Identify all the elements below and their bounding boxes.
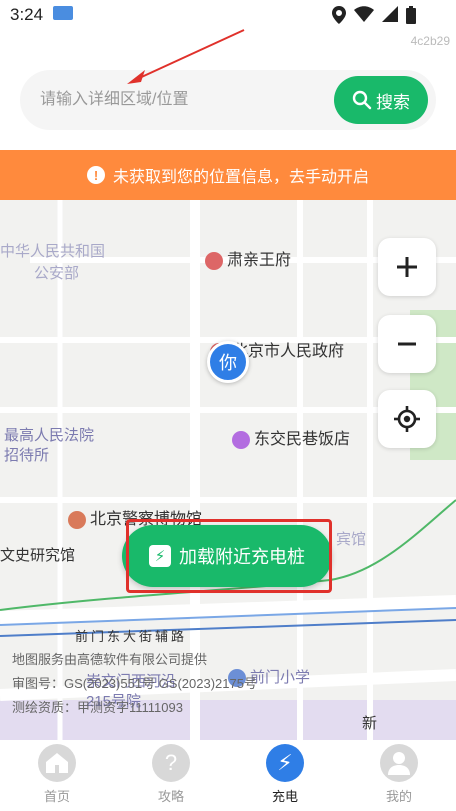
poi-icon: [205, 251, 223, 270]
map-label: 东交民巷饭店: [232, 425, 350, 449]
map-label: 最高人民法院: [4, 427, 95, 444]
map-label-text: 东交民巷饭店: [254, 431, 351, 448]
search-button[interactable]: 搜索: [334, 76, 428, 124]
search-input[interactable]: [40, 70, 340, 130]
crosshair-icon: [394, 406, 420, 432]
status-bar: 3:24: [0, 0, 456, 32]
locate-button[interactable]: [378, 390, 436, 448]
map-label: 宾馆: [336, 531, 367, 548]
search-bar: 搜索: [20, 70, 436, 130]
bolt-icon: ⚡: [149, 545, 171, 567]
attribution-line: 测绘资质：甲测资字11111093: [12, 700, 183, 715]
zoom-out-button[interactable]: [378, 315, 436, 373]
nav-label: 攻略: [157, 789, 184, 804]
map-view[interactable]: 中华人民共和国 公安部 肃亲王府 北京市人民政府 最高人民法院 招待所 东交民巷…: [0, 200, 456, 740]
map-label: 文史研究馆: [0, 547, 76, 564]
load-chargers-button[interactable]: ⚡ 加载附近充电桩: [122, 525, 332, 587]
map-label: 招待所: [4, 447, 50, 464]
status-icons: [332, 6, 416, 24]
map-label-text: 北京市人民政府: [232, 343, 345, 360]
map-label: 新: [362, 715, 378, 732]
location-banner-message: 未获取到您的位置信息，去手动开启: [112, 169, 369, 186]
app-notification-icon: [53, 6, 73, 20]
minus-icon: [398, 342, 416, 346]
map-label: 公安部: [34, 265, 80, 282]
map-label: 前门东大街辅路: [75, 629, 188, 644]
user-marker-label: 你: [219, 353, 237, 373]
nav-label: 充电: [271, 789, 298, 804]
bottom-nav: 首页 ? 攻略 ⚡ 充电 我的: [0, 740, 456, 811]
battery-icon: [406, 6, 416, 24]
status-time: 3:24: [10, 5, 44, 24]
user-location-marker[interactable]: 你: [207, 341, 249, 383]
nav-item-guide[interactable]: ? 攻略: [114, 740, 228, 811]
map-label-text: 前门小学: [250, 669, 311, 686]
nav-label: 我的: [385, 789, 412, 804]
nav-item-charging[interactable]: ⚡ 充电: [228, 740, 342, 811]
poi-icon: [68, 510, 86, 529]
attribution-line: 审图号：GS(2023)551号 GS(2023)2175号: [12, 676, 257, 691]
user-icon: [380, 744, 418, 782]
location-icon: [332, 6, 346, 24]
search-button-label: 搜索: [376, 92, 410, 112]
build-tag: 4c2b29: [410, 34, 450, 48]
map-label: 肃亲王府: [205, 246, 291, 270]
wifi-icon: [354, 6, 374, 22]
map-attribution: 地图服务由高德软件有限公司提供 审图号：GS(2023)551号 GS(2023…: [12, 648, 257, 720]
nav-item-home[interactable]: 首页: [0, 740, 114, 811]
help-icon: ?: [152, 744, 190, 782]
search-icon: [352, 90, 372, 110]
map-label: 中华人民共和国: [0, 243, 106, 260]
signal-icon: [382, 6, 398, 22]
bolt-icon: ⚡: [266, 744, 304, 782]
home-icon: [38, 744, 76, 782]
nav-label: 首页: [43, 789, 70, 804]
map-label-text: 肃亲王府: [227, 252, 292, 269]
plus-icon: [397, 257, 417, 277]
location-banner[interactable]: ! 未获取到您的位置信息，去手动开启: [0, 150, 456, 200]
poi-icon: [232, 430, 250, 449]
zoom-in-button[interactable]: [378, 238, 436, 296]
load-chargers-label: 加载附近充电桩: [179, 547, 305, 567]
nav-item-profile[interactable]: 我的: [342, 740, 456, 811]
attribution-line: 地图服务由高德软件有限公司提供: [12, 652, 208, 667]
alert-icon: !: [86, 166, 105, 184]
